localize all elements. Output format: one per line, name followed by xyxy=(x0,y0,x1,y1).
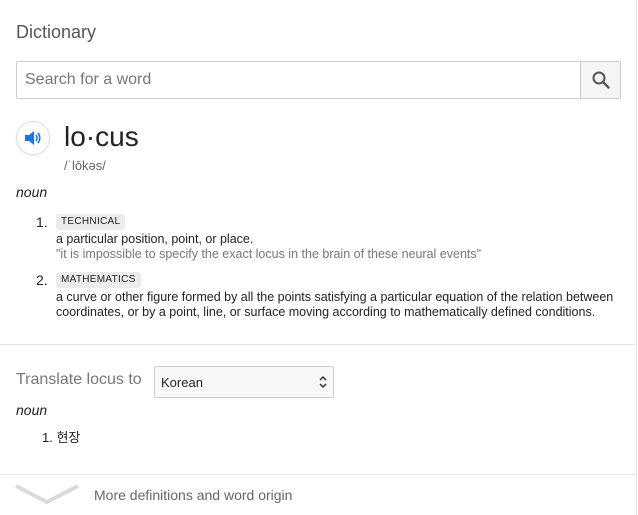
domain-label-badge: MATHEMATICS xyxy=(56,272,141,288)
translation-item: 1. 현장 xyxy=(42,427,80,446)
domain-label-badge: TECHNICAL xyxy=(56,214,126,230)
definition-text: a particular position, point, or place. xyxy=(56,232,254,246)
pronunciation-button[interactable] xyxy=(16,121,50,155)
footer-divider xyxy=(0,474,637,475)
dictionary-title: Dictionary xyxy=(16,22,97,42)
definition-text: a curve or other figure formed by all th… xyxy=(56,290,614,319)
sense-number: 2. xyxy=(36,272,48,288)
translation-part-of-speech: noun xyxy=(16,402,48,418)
select-arrows-icon xyxy=(319,375,327,389)
chevron-down-icon xyxy=(15,484,79,505)
search-box xyxy=(16,61,621,99)
example-sentence: "it is impossible to specify the exact l… xyxy=(56,247,482,261)
more-definitions-link[interactable]: More definitions and word origin xyxy=(94,487,292,503)
phonetic-spelling: /ˈlōkəs/ xyxy=(64,158,106,173)
selected-language: Korean xyxy=(161,375,203,390)
translate-label: Translate locus to xyxy=(16,371,142,388)
search-icon xyxy=(592,71,610,89)
search-input[interactable] xyxy=(17,62,581,98)
section-divider xyxy=(0,344,637,345)
part-of-speech: noun xyxy=(16,184,48,200)
sense-number: 1. xyxy=(36,214,48,230)
headword: lo·cus xyxy=(64,121,139,152)
dictionary-card: Dictionary lo·cus /ˈlōkəs/ noun 1. TECHN… xyxy=(0,0,637,515)
translation-text: 현장 xyxy=(56,430,81,445)
translation-number: 1. xyxy=(42,430,53,445)
language-select[interactable]: Korean xyxy=(154,366,334,398)
more-definitions-toggle[interactable] xyxy=(14,484,80,511)
speaker-icon xyxy=(25,131,41,145)
search-button[interactable] xyxy=(580,62,620,98)
